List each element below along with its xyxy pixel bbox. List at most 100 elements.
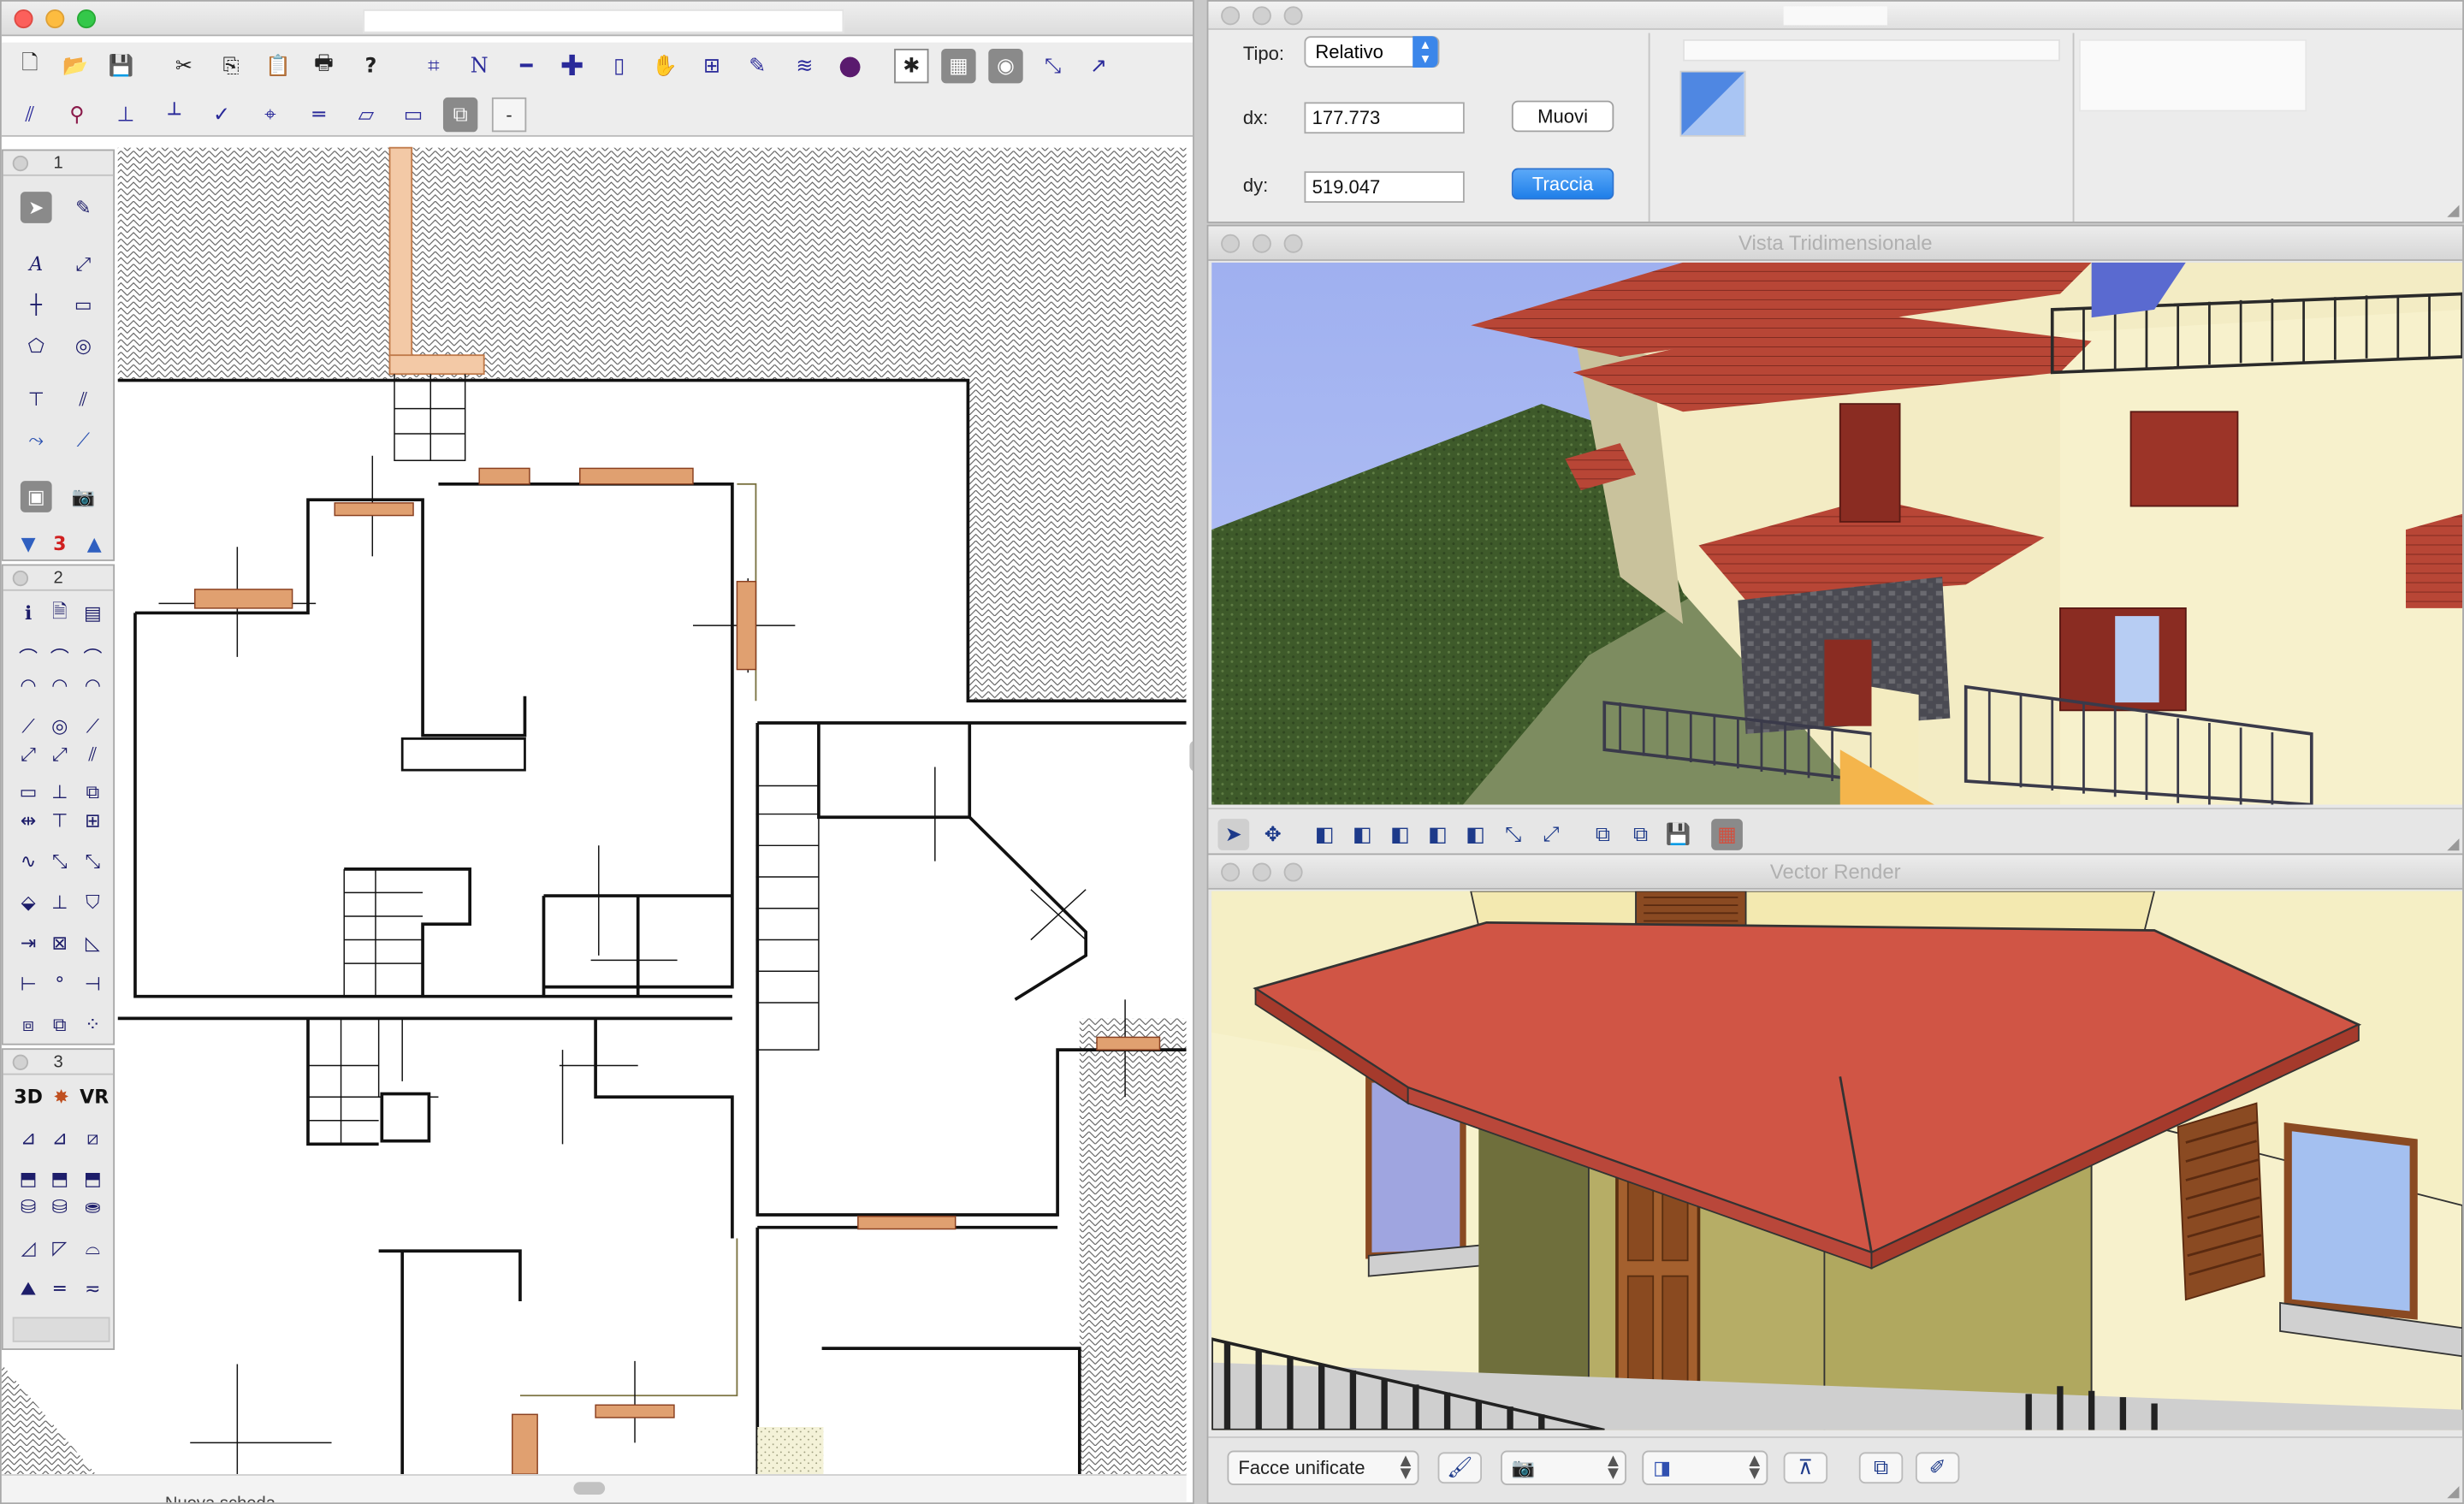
minus-button[interactable]: -: [491, 97, 527, 133]
grid-icon[interactable]: ▦: [941, 48, 976, 84]
polygon-tool-icon[interactable]: ⬠: [21, 330, 52, 362]
align-a-icon[interactable]: ⊢: [13, 968, 44, 1000]
slash-icon[interactable]: ⫽: [13, 98, 47, 132]
curve-a-icon[interactable]: ∿: [13, 845, 44, 877]
print-icon[interactable]: 🖶: [306, 49, 341, 83]
stair-tool-icon[interactable]: ⤳: [21, 424, 52, 456]
north-icon[interactable]: N: [462, 49, 496, 83]
brush-icon[interactable]: ✎: [740, 49, 774, 83]
drawing-canvas[interactable]: [1, 138, 1187, 1475]
measure-c-icon[interactable]: ◺: [77, 927, 109, 959]
arc-e-icon[interactable]: ◠: [44, 670, 75, 702]
view-3d-button[interactable]: 3D: [9, 1081, 47, 1113]
render-viewport[interactable]: [1211, 262, 2463, 805]
view-left-icon[interactable]: ◧: [1422, 819, 1454, 850]
view-side-icon[interactable]: ◧: [1347, 819, 1378, 850]
curve-b-icon[interactable]: ⤡: [44, 845, 75, 877]
elevation-a-icon[interactable]: ⊿: [13, 1122, 44, 1154]
light-select[interactable]: ◨ ▲ ▼: [1642, 1450, 1768, 1485]
view-front-icon[interactable]: ◧: [1309, 819, 1341, 850]
zoom-out-icon[interactable]: ⤡: [1497, 819, 1529, 850]
ruler-icon[interactable]: ⊥: [109, 98, 143, 132]
help-icon[interactable]: ?: [353, 49, 388, 83]
arc-c-icon[interactable]: ⌒: [77, 641, 109, 672]
sheet-icon[interactable]: 🗎: [44, 597, 75, 629]
node-tool-icon[interactable]: ┼: [21, 289, 52, 321]
circle-tool-icon[interactable]: ◎: [68, 330, 99, 362]
table-icon[interactable]: ▤: [77, 597, 109, 629]
fill-icon[interactable]: ⬙: [13, 886, 44, 918]
anchor-icon[interactable]: ⊥: [44, 886, 75, 918]
snap-f-icon[interactable]: ⫽: [77, 738, 109, 770]
arc-f-icon[interactable]: ◠: [77, 670, 109, 702]
dimension-tool-icon[interactable]: ⤢: [68, 248, 99, 280]
edit-render-icon[interactable]: ✐: [1915, 1452, 1960, 1484]
solid-f-icon[interactable]: ⛂: [77, 1191, 109, 1223]
select-arrow-icon[interactable]: ➤: [20, 192, 52, 223]
prev-palette-icon[interactable]: ▼: [13, 528, 44, 560]
window-tool-icon[interactable]: ▣: [20, 481, 52, 512]
cross-icon[interactable]: ✓: [204, 98, 239, 132]
arc-d-icon[interactable]: ◠: [13, 670, 44, 702]
pointer-line-icon[interactable]: ⤡: [1035, 49, 1069, 83]
snap-e-icon[interactable]: ⤢: [44, 738, 75, 770]
snap-d-icon[interactable]: ⤢: [13, 738, 44, 770]
vector-resize-grip-icon[interactable]: ◢: [2447, 1483, 2459, 1501]
edit-e-icon[interactable]: ⊤: [44, 805, 75, 837]
text-tool-icon[interactable]: A: [21, 248, 52, 280]
brick-texture-icon[interactable]: ▦: [1711, 819, 1743, 850]
horizontal-scrollbar[interactable]: Nuova scheda: [1, 1474, 1187, 1503]
snap-b-icon[interactable]: ◎: [44, 710, 75, 742]
perpendicular-icon[interactable]: ┴: [157, 98, 192, 132]
sphere-icon[interactable]: ●: [832, 49, 867, 83]
terrain-icon[interactable]: ⛰: [13, 1273, 44, 1305]
rect-tool-icon[interactable]: ▭: [68, 289, 99, 321]
edit-c-icon[interactable]: ⧉: [77, 776, 109, 808]
plus-icon[interactable]: ✚: [554, 49, 589, 83]
hand-icon[interactable]: ✋: [648, 49, 682, 83]
new-document-icon[interactable]: 🗋: [13, 49, 47, 83]
save-icon[interactable]: 💾: [104, 49, 138, 83]
solid-e-icon[interactable]: ⛁: [44, 1191, 75, 1223]
flag-icon[interactable]: ⊞: [695, 49, 729, 83]
section-a-icon[interactable]: ◿: [13, 1232, 44, 1264]
frame-icon[interactable]: ⌗: [417, 49, 451, 83]
edit-b-icon[interactable]: ⊥: [44, 776, 75, 808]
panel-resize-grip-icon[interactable]: ◢: [2447, 203, 2459, 220]
wall-tool-icon[interactable]: ⊤: [21, 383, 52, 415]
ribbon-icon[interactable]: ≋: [787, 49, 821, 83]
view3d-resize-grip-icon[interactable]: ◢: [2447, 836, 2459, 853]
view-back-icon[interactable]: ◧: [1384, 819, 1416, 850]
panel-minimize-button[interactable]: [1252, 6, 1271, 26]
faces-select[interactable]: Facce unificate ▲ ▼: [1227, 1450, 1419, 1485]
edit-f-icon[interactable]: ⊞: [77, 805, 109, 837]
palette-1-close[interactable]: [12, 155, 29, 172]
render-icon[interactable]: ✸: [45, 1081, 77, 1113]
save-view-icon[interactable]: 💾: [1662, 819, 1694, 850]
snap-point-icon[interactable]: ✱: [894, 48, 929, 84]
pan-tool-icon[interactable]: ✥: [1257, 819, 1288, 850]
vertical-scroll-thumb[interactable]: [1189, 740, 1194, 772]
open-folder-icon[interactable]: 📂: [58, 49, 92, 83]
view-right-icon[interactable]: ◧: [1460, 819, 1491, 850]
elevation-b-icon[interactable]: ⊿: [44, 1122, 75, 1154]
vector-viewport[interactable]: [1211, 891, 2463, 1430]
center-icon[interactable]: ⌖: [253, 98, 287, 132]
rectangle-icon[interactable]: ▭: [396, 98, 430, 132]
group-b-icon[interactable]: ⧉: [44, 1009, 75, 1040]
export-b-icon[interactable]: ⧉: [1625, 819, 1656, 850]
pencil-icon[interactable]: ✎: [68, 192, 99, 223]
arc-a-icon[interactable]: ⌒: [13, 641, 44, 672]
double-line-icon[interactable]: ⫽: [68, 383, 99, 415]
layer-icon[interactable]: ⧉: [442, 97, 478, 133]
close-button[interactable]: [14, 9, 33, 29]
align-b-icon[interactable]: °: [44, 968, 75, 1000]
camera-icon[interactable]: 📷: [68, 481, 99, 512]
snap-c-icon[interactable]: ⟋: [77, 710, 109, 742]
camera-select[interactable]: 📷 ▲ ▼: [1501, 1450, 1626, 1485]
palette-3-close[interactable]: [12, 1054, 29, 1070]
solid-b-icon[interactable]: ⬒: [44, 1163, 75, 1194]
parallel-icon[interactable]: ▱: [349, 98, 383, 132]
stamp-icon[interactable]: ⛉: [77, 886, 109, 918]
scroll-thumb[interactable]: [573, 1482, 606, 1495]
